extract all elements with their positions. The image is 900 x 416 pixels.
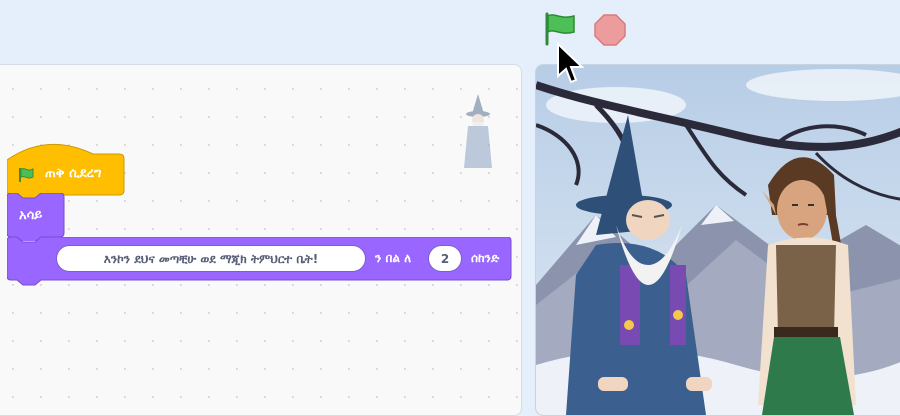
- stop-button[interactable]: [594, 14, 626, 46]
- stage[interactable]: [535, 64, 900, 416]
- stage-scene: [536, 65, 900, 415]
- seconds-label: ሰከንድ: [471, 251, 500, 265]
- green-flag-button[interactable]: [540, 10, 580, 48]
- sprite-watermark-wizard: [464, 94, 492, 168]
- for-label: ን በል ለ: [375, 251, 412, 265]
- say-for-seconds-block[interactable]: እንኮን ደህና መጣቺሁ ወደ ማጂክ ትምህርተ ቤት! ን በል ለ 2 …: [6, 236, 513, 291]
- seconds-input[interactable]: 2: [428, 245, 462, 272]
- stop-icon: [594, 14, 626, 46]
- green-flag-icon: [545, 12, 575, 46]
- flag-icon: [19, 168, 34, 182]
- say-block-label: አሳይ: [19, 208, 43, 223]
- say-message-input[interactable]: እንኮን ደህና መጣቺሁ ወደ ማጂክ ትምህርተ ቤት!: [56, 245, 366, 272]
- hat-block-label: ጠቅ ሲደረግ: [45, 166, 102, 181]
